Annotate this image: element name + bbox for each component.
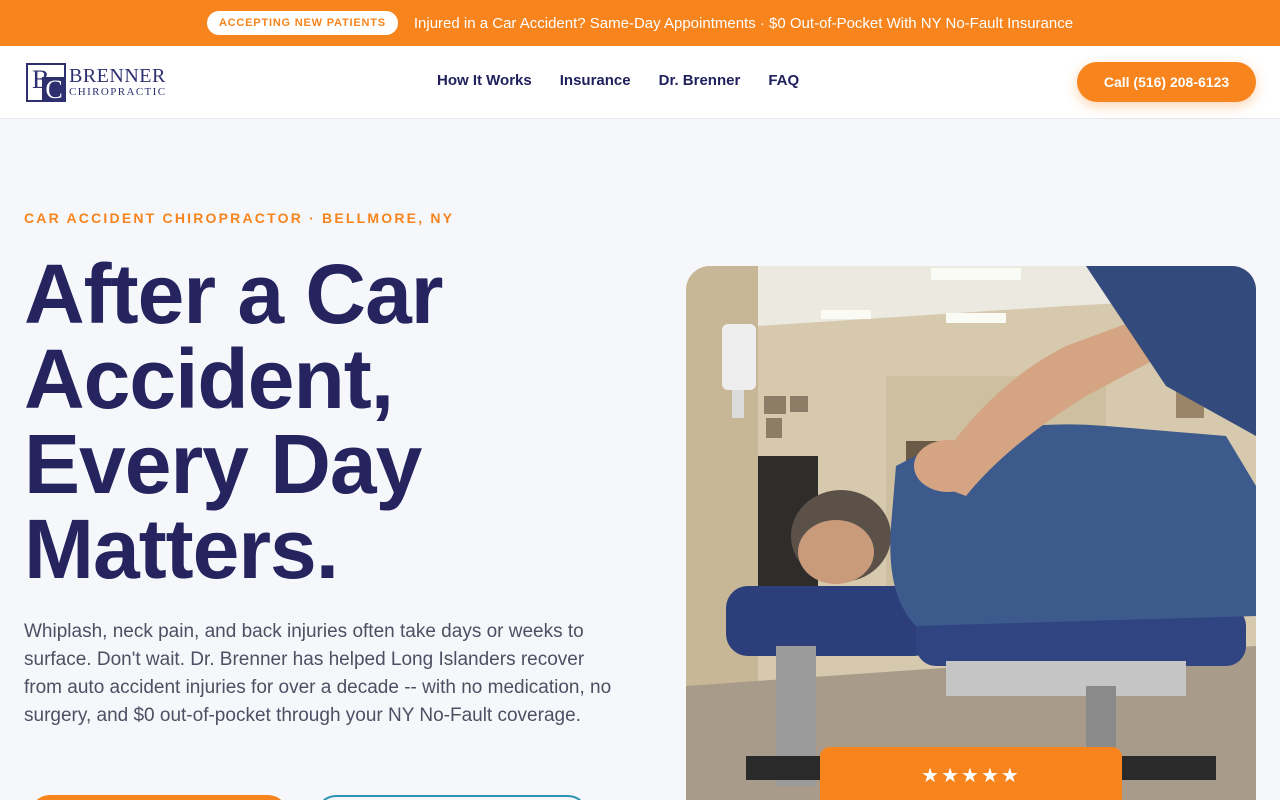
logo-monogram: B C bbox=[26, 63, 66, 103]
site-header: B C BRENNER CHIROPRACTIC How It Works In… bbox=[0, 46, 1280, 119]
hero-title-line: Matters. bbox=[24, 502, 339, 596]
review-card: ★★★★★ bbox=[820, 747, 1122, 800]
call-button[interactable]: Call (516) 208-6123 bbox=[1077, 62, 1256, 102]
hero-title: After a Car Accident, Every Day Matters. bbox=[24, 252, 584, 592]
chiropractic-treatment-illustration bbox=[686, 266, 1256, 800]
secondary-cta-button[interactable] bbox=[316, 795, 588, 800]
primary-cta-button[interactable] bbox=[30, 795, 288, 800]
logo-text: BRENNER CHIROPRACTIC bbox=[69, 66, 166, 99]
hero-photo bbox=[686, 266, 1256, 800]
logo-name: BRENNER bbox=[69, 65, 166, 87]
hero-eyebrow: CAR ACCIDENT CHIROPRACTOR · BELLMORE, NY bbox=[24, 210, 455, 226]
logo-subtitle: CHIROPRACTIC bbox=[69, 86, 167, 98]
nav-how-it-works[interactable]: How It Works bbox=[437, 72, 532, 89]
hero-description: Whiplash, neck pain, and back injuries o… bbox=[24, 621, 612, 726]
nav-faq[interactable]: FAQ bbox=[768, 72, 799, 89]
logo[interactable]: B C BRENNER CHIROPRACTIC bbox=[26, 63, 166, 103]
hero-title-line: After a Car bbox=[24, 247, 443, 341]
announcement-bar: ACCEPTING NEW PATIENTS Injured in a Car … bbox=[0, 0, 1280, 46]
nav-dr-brenner[interactable]: Dr. Brenner bbox=[659, 72, 741, 89]
monogram-c: C bbox=[42, 77, 66, 103]
main-nav: How It Works Insurance Dr. Brenner FAQ bbox=[437, 72, 799, 89]
hero-title-line: Accident, bbox=[24, 332, 394, 426]
accepting-patients-badge: ACCEPTING NEW PATIENTS bbox=[206, 11, 398, 35]
announcement-text: Injured in a Car Accident? Same-Day Appo… bbox=[413, 14, 1074, 32]
hero-title-line: Every Day bbox=[24, 417, 422, 511]
star-icon: ★★★★★ bbox=[921, 765, 1021, 787]
nav-insurance[interactable]: Insurance bbox=[560, 72, 631, 89]
